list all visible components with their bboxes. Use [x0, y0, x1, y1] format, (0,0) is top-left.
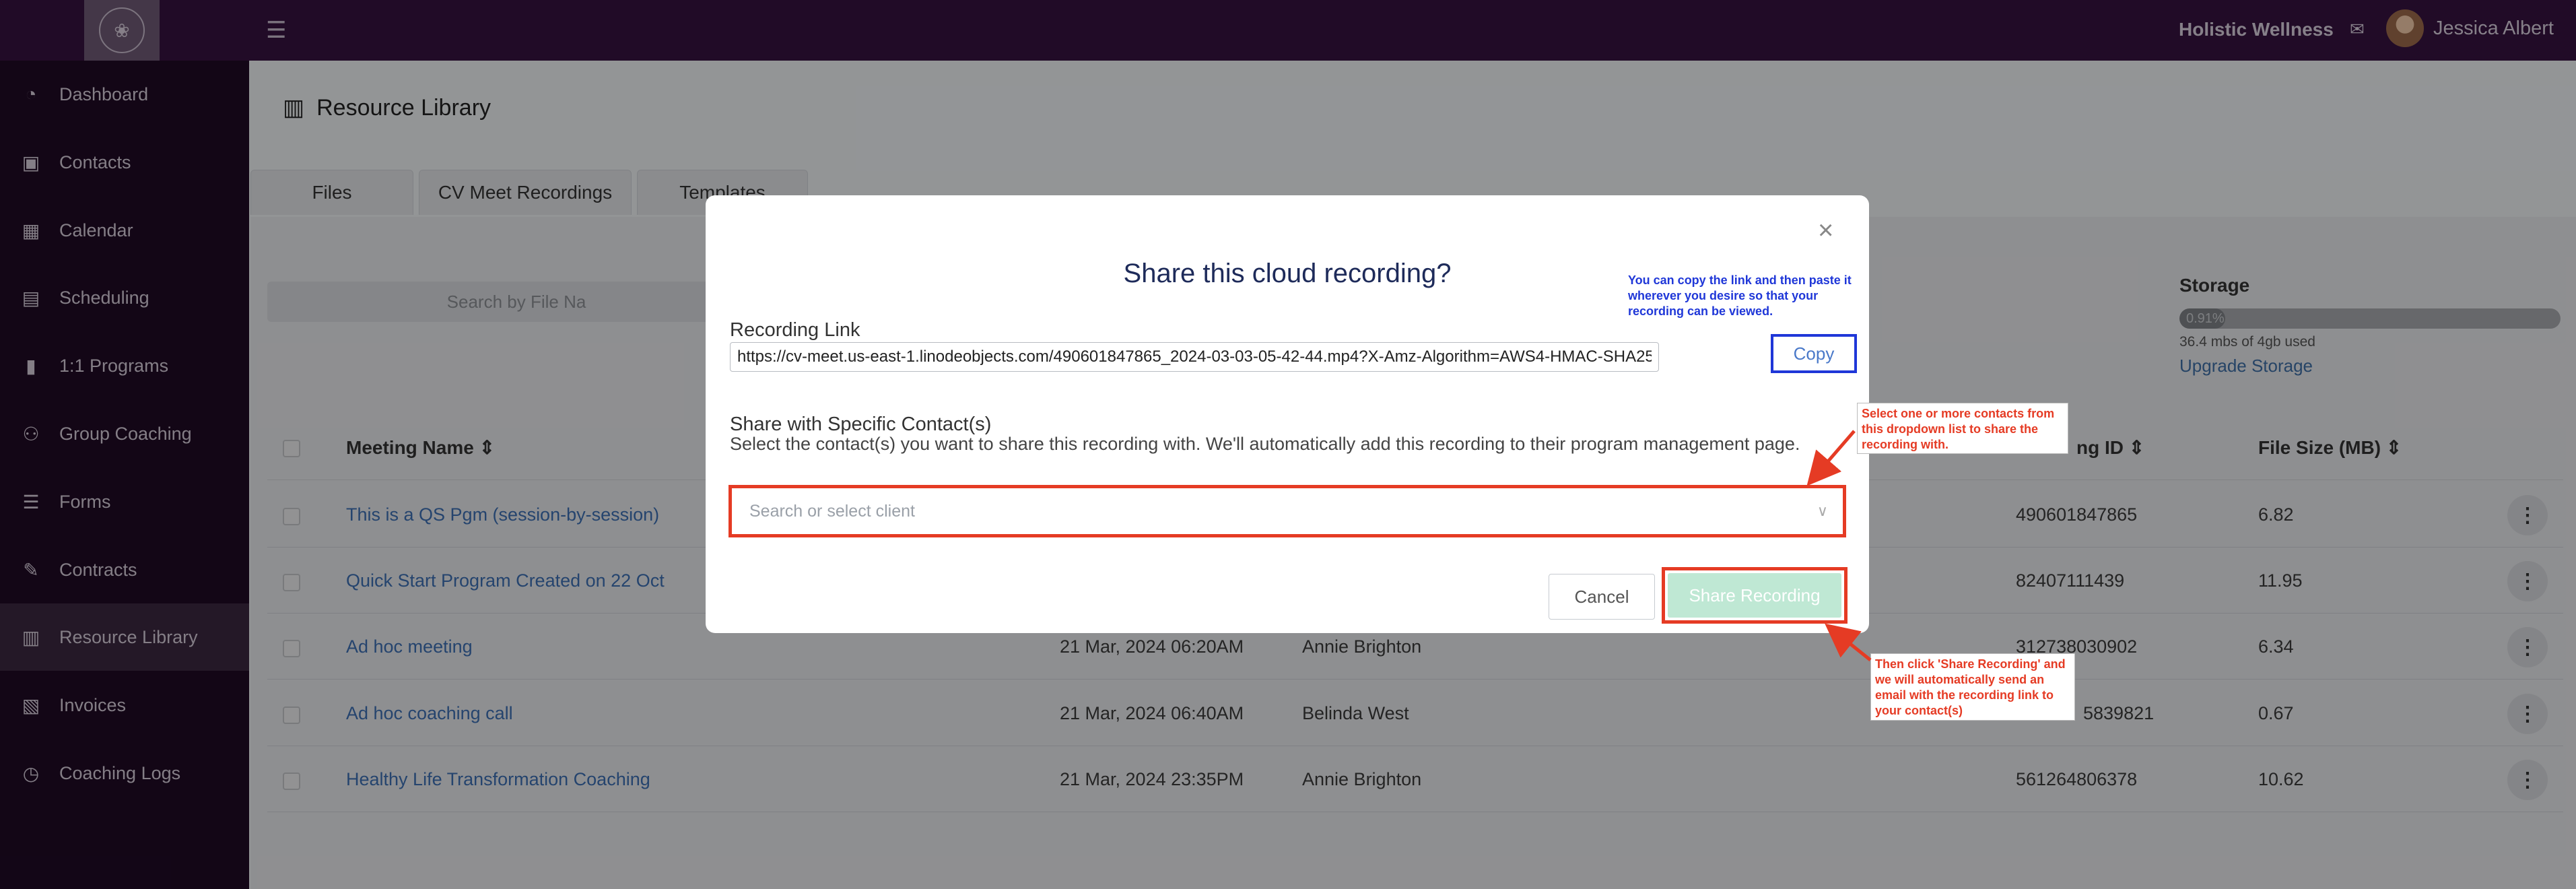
share-with-label: Share with Specific Contact(s): [730, 414, 992, 435]
chevron-down-icon[interactable]: ∨: [1817, 502, 1828, 520]
share-description: Select the contact(s) you want to share …: [730, 434, 1800, 454]
share-annotation: Then click 'Share Recording' and we will…: [1870, 653, 2075, 721]
share-recording-button[interactable]: Share Recording: [1668, 573, 1841, 618]
close-icon[interactable]: ×: [1818, 216, 1833, 246]
recording-link-field[interactable]: [730, 342, 1659, 372]
share-recording-button-highlight: Share Recording: [1662, 567, 1848, 624]
cancel-button[interactable]: Cancel: [1549, 574, 1655, 620]
copy-annotation: You can copy the link and then paste it …: [1628, 273, 1852, 318]
client-select-placeholder: Search or select client: [749, 501, 915, 521]
dropdown-annotation: Select one or more contacts from this dr…: [1857, 403, 2068, 454]
copy-button[interactable]: Copy: [1771, 334, 1857, 373]
client-select-dropdown[interactable]: Search or select client ∨: [728, 485, 1846, 537]
recording-link-label: Recording Link: [730, 319, 860, 341]
